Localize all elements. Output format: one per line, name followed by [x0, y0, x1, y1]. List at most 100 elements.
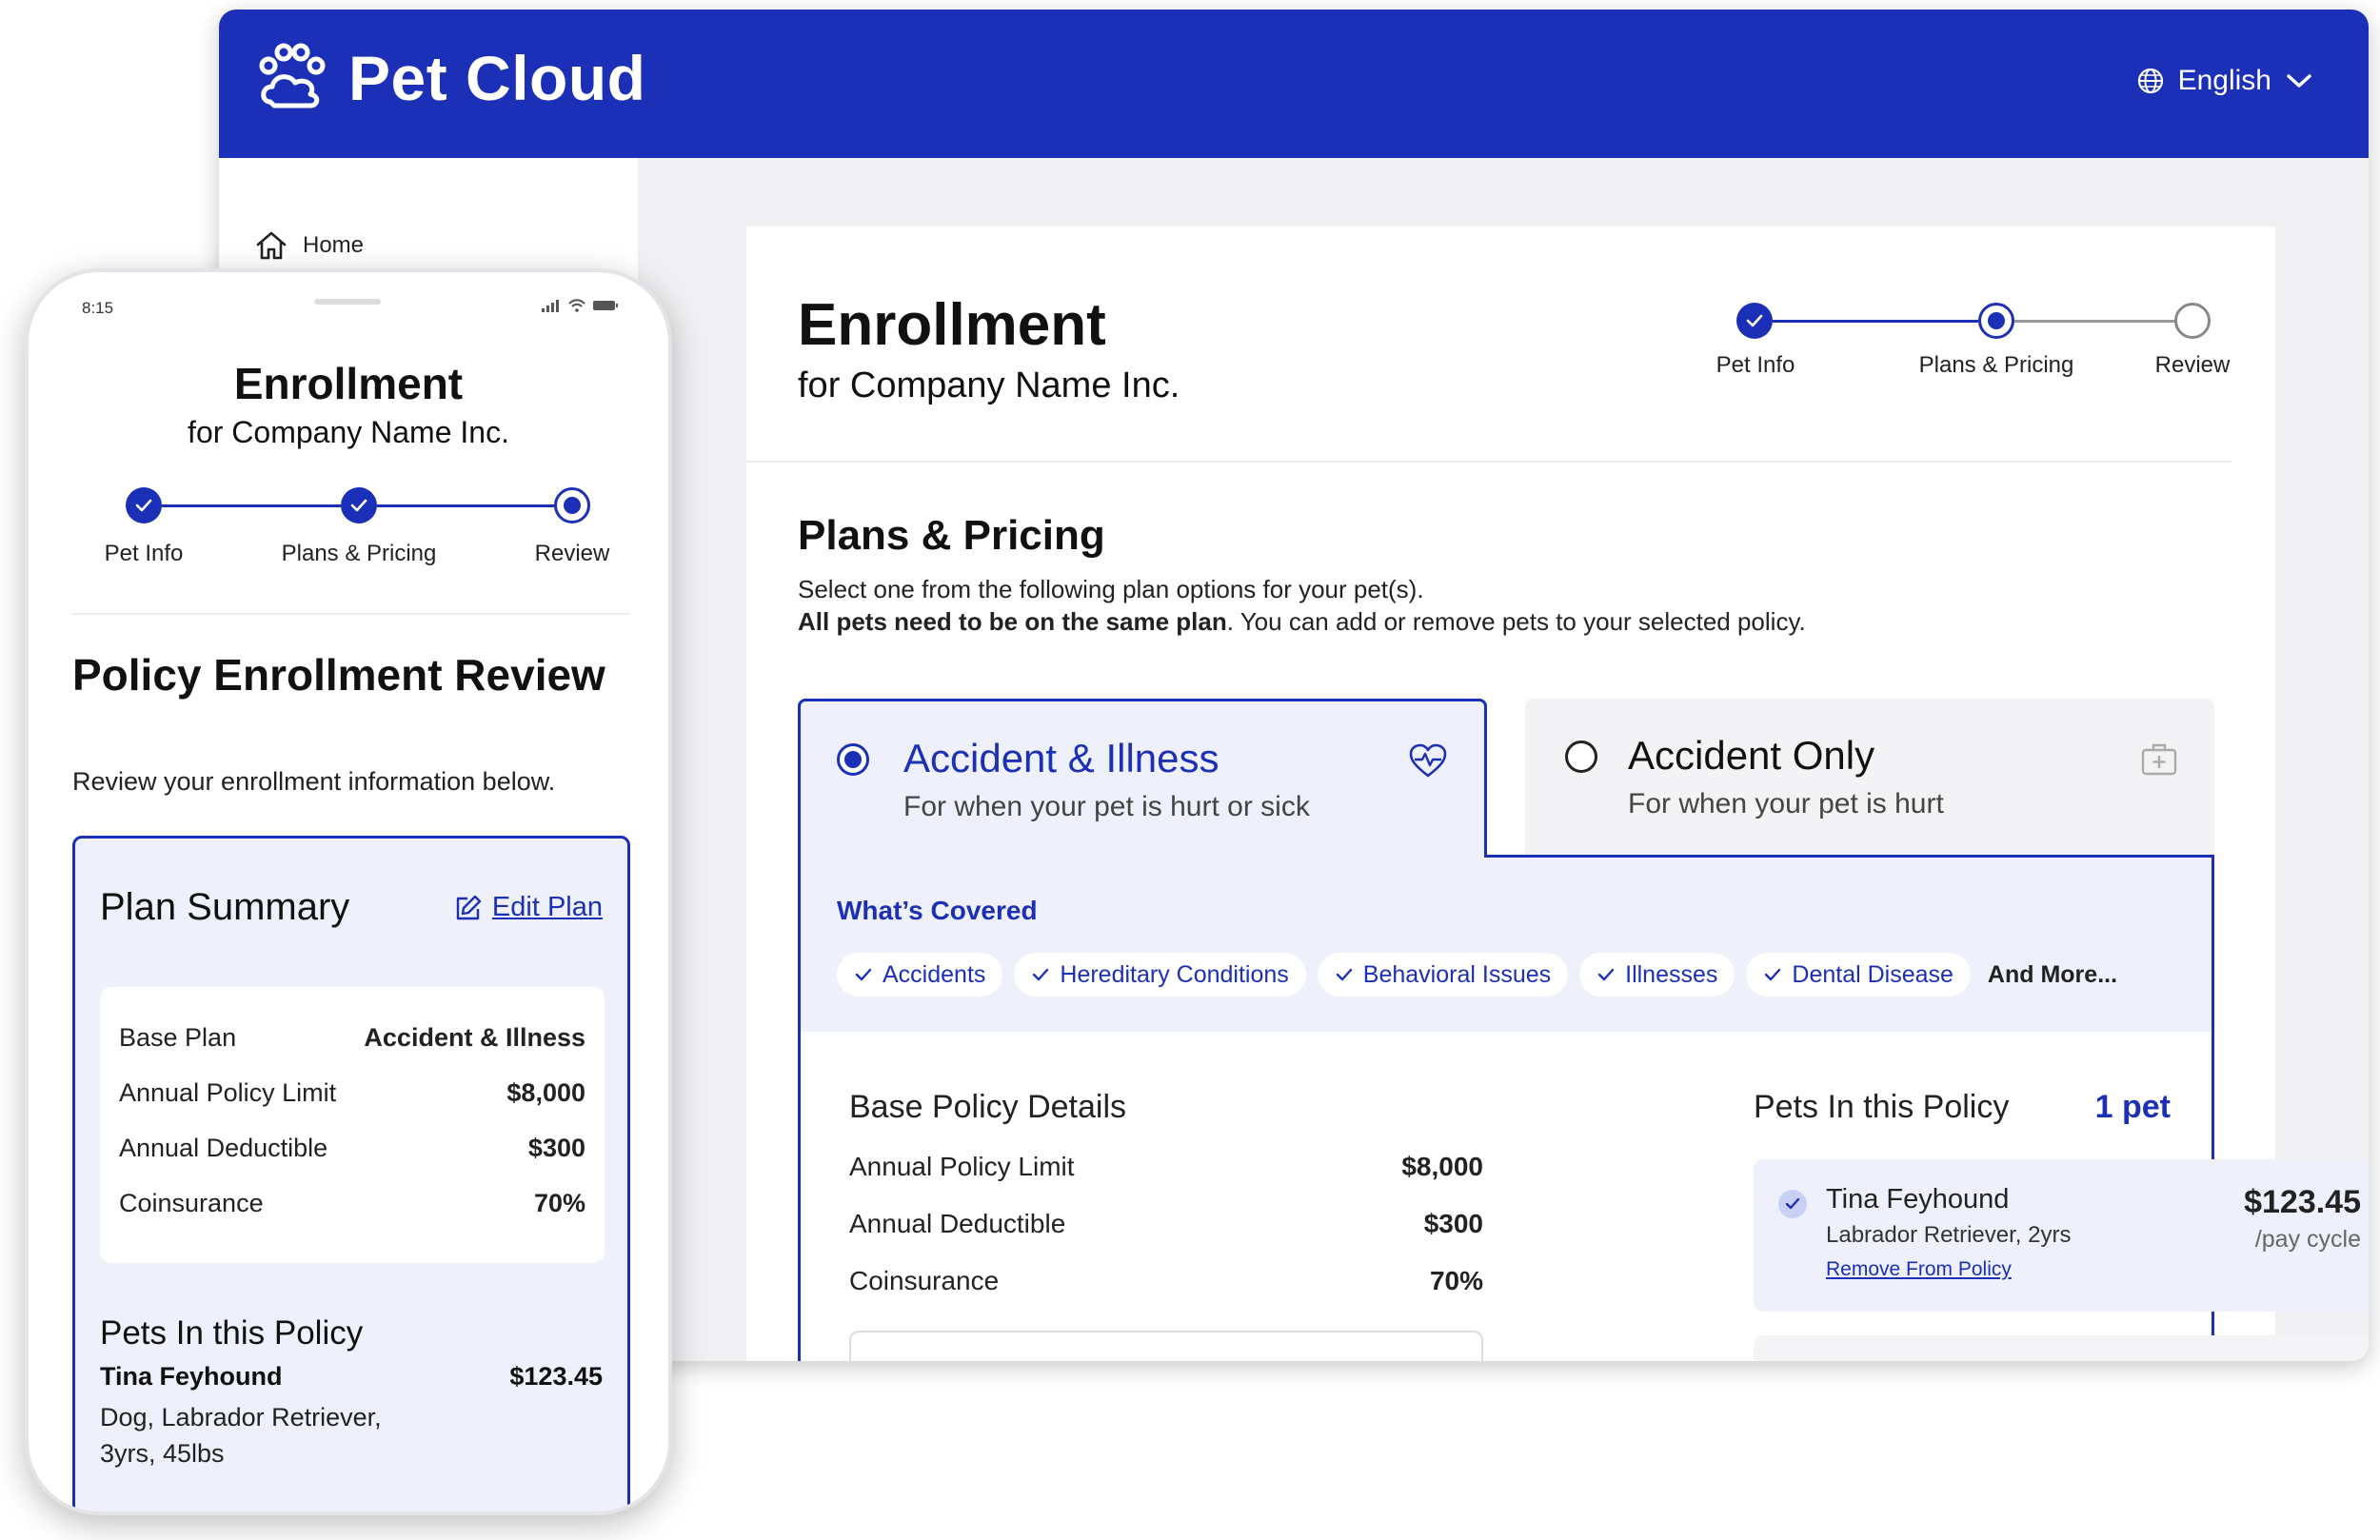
plan-option-accident-only[interactable]: Accident Only For when your pet is hurt: [1525, 699, 2214, 857]
radio-selected[interactable]: [837, 743, 869, 776]
policy-row: Coinsurance 70%: [849, 1266, 1483, 1296]
step-plans-check: [341, 487, 377, 523]
section-title: Plans & Pricing: [798, 512, 1105, 559]
edit-icon: [456, 895, 482, 919]
paw-cloud-icon: [259, 43, 326, 109]
step-connector: [162, 504, 341, 507]
check-icon: [1033, 968, 1049, 981]
step-label-review: Review: [2154, 352, 2231, 378]
step-review-current: [554, 487, 590, 523]
whats-covered-section: What’s Covered Accidents Hereditary Cond…: [801, 858, 2211, 1032]
pay-cycle-label: /pay cycle: [2254, 1226, 2361, 1253]
policy-row: Annual Policy Limit $8,000: [849, 1152, 1483, 1182]
summary-row: Base Plan Accident & Illness: [119, 1023, 585, 1053]
coverage-chip: Illnesses: [1579, 953, 1735, 997]
step-label-pet-info: Pet Info: [104, 541, 184, 566]
step-label-pet-info: Pet Info: [1716, 352, 1795, 378]
add-pet-box[interactable]: [1754, 1335, 2369, 1361]
edit-plan-label: Edit Plan: [491, 892, 603, 922]
radio-unselected[interactable]: [1565, 740, 1597, 773]
summary-row-label: Coinsurance: [119, 1189, 264, 1217]
step-connector: [2014, 320, 2174, 323]
check-icon: [135, 499, 152, 512]
summary-pet-description: Dog, Labrador Retriever, 3yrs, 45lbs: [100, 1403, 382, 1468]
check-icon: [1336, 968, 1352, 981]
pet-name: Tina Feyhound: [1826, 1184, 2010, 1214]
chevron-down-icon: [2287, 74, 2311, 88]
check-icon: [1785, 1197, 1800, 1210]
phone-notch: [314, 299, 381, 305]
phone-progress-stepper: Pet Info Plans & Pricing Review: [29, 487, 668, 582]
summary-row-label: Annual Deductible: [119, 1134, 328, 1162]
summary-pet-name: Tina Feyhound: [100, 1362, 283, 1391]
step-connector: [377, 504, 554, 507]
plan-option-title: Accident Only: [1628, 733, 1875, 778]
heart-pulse-icon: [1409, 743, 1447, 778]
page-subtitle: for Company Name Inc.: [798, 365, 1180, 405]
plan-summary-title: Plan Summary: [100, 886, 350, 928]
enrollment-card: Enrollment for Company Name Inc. Pet Inf…: [746, 227, 2369, 1361]
coverage-chip: Hereditary Conditions: [1014, 953, 1306, 997]
sidebar-item-label: Home: [303, 232, 365, 258]
summary-row-value: 70%: [533, 1189, 585, 1217]
summary-row: Annual Deductible $300: [119, 1134, 585, 1163]
phone-page-title: Enrollment: [233, 359, 464, 408]
edit-plan-link[interactable]: Edit Plan: [454, 892, 603, 923]
sidebar-item-home[interactable]: Home: [255, 230, 364, 261]
policy-row-label: Annual Policy Limit: [849, 1152, 1075, 1181]
plan-option-title: Accident & Illness: [903, 736, 1220, 780]
policy-row-label: Annual Deductible: [849, 1209, 1066, 1238]
whats-covered-title: What’s Covered: [837, 896, 1038, 925]
language-label: English: [2177, 65, 2271, 96]
policy-row: Annual Deductible $300: [849, 1209, 1483, 1239]
coverage-chip-label: Dental Disease: [1792, 960, 1954, 988]
brand-logo[interactable]: Pet Cloud: [257, 42, 646, 114]
plan-summary-details: Base Plan Accident & Illness Annual Poli…: [100, 987, 605, 1263]
plan-option-accident-illness[interactable]: Accident & Illness For when your pet is …: [798, 699, 1487, 860]
coverage-chip: Dental Disease: [1746, 953, 1971, 997]
summary-row-value: Accident & Illness: [364, 1023, 585, 1052]
phone-mockup: 8:15 Enrollment for Company Name Inc. Pe…: [25, 268, 672, 1515]
step-label-plans: Plans & Pricing: [281, 541, 437, 566]
summary-pets-title: Pets In this Policy: [100, 1314, 364, 1352]
pet-selected-checkbox[interactable]: [1778, 1190, 1807, 1218]
check-icon: [855, 968, 872, 981]
policy-row-value: $300: [1423, 1209, 1483, 1238]
check-icon: [350, 499, 367, 512]
pet-price: $123.45: [2244, 1184, 2361, 1220]
step-label-review: Review: [534, 541, 610, 566]
check-icon: [1597, 968, 1615, 981]
summary-row-value: $300: [527, 1134, 585, 1162]
phone-page-subtitle: for Company Name Inc.: [188, 415, 509, 449]
coverage-chip: Behavioral Issues: [1317, 953, 1569, 997]
section-note: All pets need to be on the same plan. Yo…: [798, 607, 1806, 637]
wifi-icon: [568, 299, 585, 312]
and-more-link[interactable]: And More...: [1982, 961, 2117, 989]
divider: [72, 613, 630, 615]
check-icon: [1765, 968, 1781, 981]
additional-benefits-box[interactable]: [849, 1331, 1483, 1361]
app-header: Pet Cloud English: [219, 10, 2369, 158]
check-icon: [1746, 314, 1763, 327]
step-pet-info-check: [126, 487, 162, 523]
globe-icon: [2137, 68, 2163, 94]
review-title: Policy Enrollment Review: [72, 650, 605, 700]
coverage-chip: Accidents: [837, 953, 1003, 997]
status-icons: [541, 299, 619, 312]
coverage-chip-label: Behavioral Issues: [1362, 960, 1552, 988]
note-emphasis: All pets need to be on the same plan: [798, 607, 1227, 636]
page-title: Enrollment: [798, 292, 1106, 358]
step-review-pending: [2174, 303, 2211, 339]
remove-from-policy-link[interactable]: Remove From Policy: [1826, 1258, 2012, 1281]
coverage-chip-list: Accidents Hereditary Conditions Behavior…: [837, 953, 2117, 997]
pet-card: Tina Feyhound Labrador Retriever, 2yrs R…: [1754, 1159, 2369, 1312]
brand-name: Pet Cloud: [348, 43, 646, 113]
language-selector[interactable]: English: [2136, 65, 2313, 97]
coverage-chip-label: Accidents: [883, 960, 986, 988]
pets-in-policy-title: Pets In this Policy: [1754, 1089, 2010, 1125]
home-icon: [256, 231, 287, 260]
plan-option-subtitle: For when your pet is hurt: [1628, 788, 1944, 819]
pet-breed: Labrador Retriever, 2yrs: [1826, 1222, 2072, 1248]
policy-row-value: $8,000: [1401, 1152, 1483, 1181]
pet-count: 1 pet: [2094, 1089, 2171, 1125]
